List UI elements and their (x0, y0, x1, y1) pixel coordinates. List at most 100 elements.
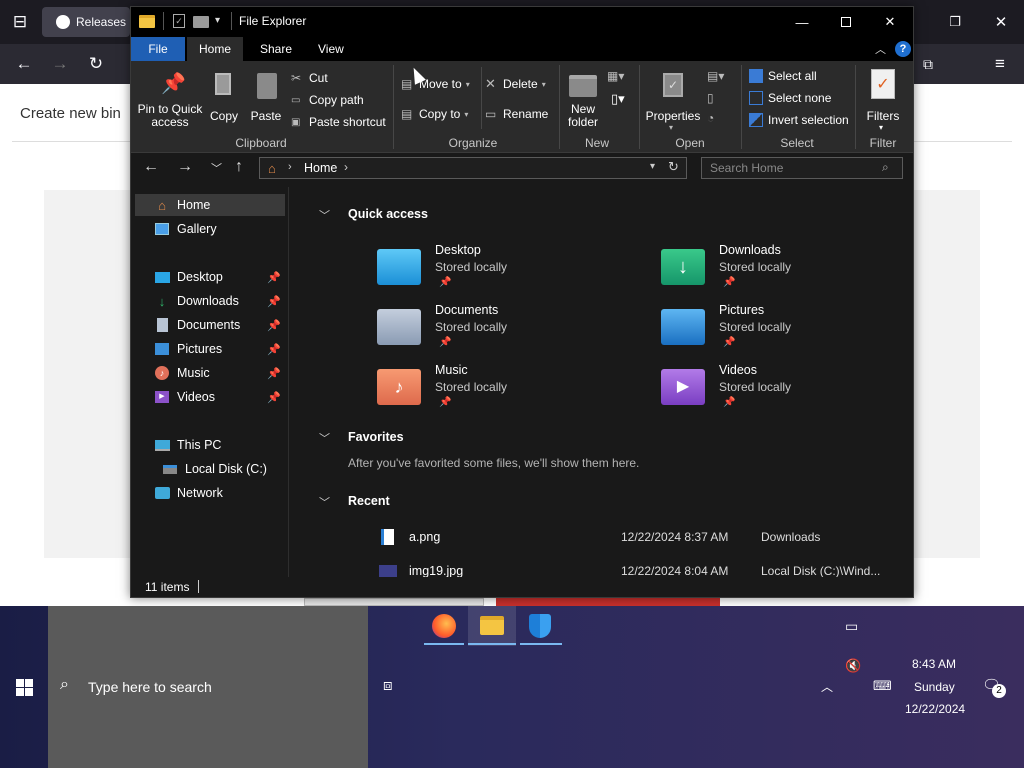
tab-view[interactable]: View (305, 37, 357, 61)
minimize-button[interactable]: — (779, 7, 825, 37)
forward-icon[interactable]: → (48, 52, 72, 76)
refresh-icon[interactable]: ↻ (668, 159, 679, 175)
sidebar-item-pictures[interactable]: Pictures 📌 (135, 338, 285, 360)
rename-button[interactable]: ▭ Rename (485, 105, 555, 123)
qat-dropdown-icon[interactable]: ▾ (215, 15, 220, 26)
sidebar-item-desktop[interactable]: Desktop 📌 (135, 266, 285, 288)
delete-button[interactable]: ✕ Delete ▾ (485, 75, 555, 93)
quick-access-item-documents[interactable]: Documents Stored locally 📌 (377, 303, 637, 351)
extensions-icon[interactable]: ⧉ (916, 52, 940, 76)
new-item-icon[interactable]: ▦▾ (607, 69, 624, 83)
pin-to-quick-access-button[interactable]: 📌 Pin to Quick access (135, 65, 205, 131)
collapse-ribbon-icon[interactable]: ︿ (875, 41, 886, 57)
pin-icon[interactable]: 📌 (267, 295, 281, 308)
taskbar-firefox[interactable] (424, 606, 464, 646)
forward-icon[interactable]: → (177, 158, 193, 176)
pin-icon[interactable]: 📌 (267, 367, 281, 380)
sidebar-item-local-disk[interactable]: Local Disk (C:) (143, 458, 293, 480)
help-icon[interactable]: ? (895, 41, 911, 57)
new-folder-button[interactable]: New folder (563, 65, 603, 131)
quick-access-item-music[interactable]: ♪ Music Stored locally 📌 (377, 363, 637, 411)
invert-selection-button[interactable]: Invert selection (749, 111, 869, 129)
sidebar-item-home[interactable]: ⌂ Home (135, 194, 285, 216)
taskbar-search[interactable]: ⌕ Type here to search (48, 606, 368, 768)
easy-access-icon[interactable]: ▯▾ (611, 91, 625, 107)
sidebar-item-downloads[interactable]: ↓ Downloads 📌 (135, 290, 285, 312)
taskbar-file-explorer[interactable] (468, 606, 516, 646)
close-button[interactable]: ✕ (867, 7, 913, 37)
recent-locations-icon[interactable]: ﹀ (211, 160, 222, 176)
sidebar-item-videos[interactable]: ▶ Videos 📌 (135, 386, 285, 408)
back-icon[interactable]: ← (143, 158, 159, 176)
sidebar-item-this-pc[interactable]: This PC (135, 434, 285, 456)
pin-icon[interactable]: 📌 (267, 391, 281, 404)
properties-button[interactable]: ✓ Properties ▾ (645, 65, 701, 132)
pin-icon[interactable]: 📌 (267, 271, 281, 284)
title-bar[interactable]: ✓ ▾ File Explorer — ✕ (131, 7, 913, 37)
menu-icon[interactable]: ≡ (988, 52, 1012, 76)
sidebar-item-music[interactable]: ♪ Music 📌 (135, 362, 285, 384)
history-icon[interactable]: ◔ (707, 111, 714, 125)
quick-access-item-videos[interactable]: ▶ Videos Stored locally 📌 (661, 363, 901, 411)
clock-day[interactable]: Sunday (914, 680, 955, 694)
paste-shortcut-button[interactable]: ▣ Paste shortcut (291, 113, 391, 131)
chevron-down-icon[interactable]: ﹀ (319, 494, 330, 510)
address-dropdown-icon[interactable]: ▾ (650, 161, 655, 172)
section-recent[interactable]: Recent (348, 494, 390, 508)
pin-icon[interactable]: 📌 (267, 343, 281, 356)
clock-time[interactable]: 8:43 AM (912, 657, 956, 671)
quick-access-item-desktop[interactable]: Desktop Stored locally 📌 (377, 243, 637, 291)
reload-icon[interactable]: ↻ (84, 52, 108, 76)
task-view-icon[interactable]: ⧈ (383, 677, 393, 694)
open-icon[interactable]: ▤▾ (707, 69, 724, 83)
taskbar-security[interactable] (520, 606, 562, 646)
edit-icon[interactable]: ▯ (707, 91, 714, 105)
tab-home[interactable]: Home (187, 37, 243, 61)
tab-share[interactable]: Share (247, 37, 305, 61)
keyboard-icon[interactable]: ⌨ (873, 678, 892, 694)
sidebar-item-documents[interactable]: Documents 📌 (135, 314, 285, 336)
copy-path-button[interactable]: ▭ Copy path (291, 91, 381, 109)
page-button-red-partial[interactable] (496, 598, 720, 606)
tab-overview-icon[interactable]: ⊟ (8, 10, 32, 34)
network-icon (153, 485, 171, 501)
search-box[interactable]: Search Home ⌕ (701, 157, 903, 179)
section-quick-access[interactable]: Quick access (348, 207, 428, 221)
select-all-button[interactable]: Select all (749, 67, 859, 85)
copy-button[interactable]: Copy (207, 65, 241, 131)
monitor-icon[interactable]: ▭ (845, 618, 858, 635)
new-folder-qat-icon[interactable] (193, 16, 209, 28)
close-browser-icon[interactable]: ✕ (988, 10, 1014, 34)
cut-button[interactable]: ✂ Cut (291, 69, 381, 87)
restore-icon[interactable]: ❐ (942, 10, 968, 34)
sidebar-item-network[interactable]: Network (135, 482, 285, 504)
chevron-down-icon[interactable]: ﹀ (319, 207, 330, 223)
section-favorites[interactable]: Favorites (348, 430, 404, 444)
page-button-partial[interactable] (304, 598, 484, 606)
paste-button[interactable]: Paste (247, 65, 285, 131)
pin-icon[interactable]: 📌 (267, 319, 281, 332)
chevron-down-icon[interactable]: ﹀ (319, 430, 330, 446)
sidebar-item-gallery[interactable]: Gallery (135, 218, 285, 240)
address-bar[interactable]: ⌂ › Home › ▾ ↻ (259, 157, 687, 179)
chevron-up-icon[interactable]: ︿ (821, 678, 833, 695)
properties-qat-icon[interactable]: ✓ (173, 14, 185, 28)
maximize-button[interactable] (823, 7, 869, 37)
quick-access-item-pictures[interactable]: Pictures Stored locally 📌 (661, 303, 901, 351)
up-icon[interactable]: ↑ (235, 158, 243, 176)
start-button[interactable] (0, 606, 48, 768)
volume-muted-icon[interactable]: 🔇 (845, 658, 861, 674)
browser-tab-releases[interactable]: Releases (42, 7, 130, 37)
clock-date[interactable]: 12/22/2024 (905, 702, 965, 716)
notification-center-button[interactable]: 🗨 2 (982, 674, 1006, 698)
select-none-button[interactable]: Select none (749, 89, 859, 107)
back-icon[interactable]: ← (12, 52, 36, 76)
table-row[interactable]: img19.jpg 12/22/2024 8:04 AM Local Disk … (377, 561, 897, 577)
tab-file[interactable]: File (131, 37, 185, 61)
breadcrumb[interactable]: Home (304, 161, 337, 175)
quick-access-item-downloads[interactable]: ↓ Downloads Stored locally 📌 (661, 243, 901, 291)
table-row[interactable]: a.png 12/22/2024 8:37 AM Downloads (377, 527, 897, 549)
filters-button[interactable]: ✓ Filters ▾ (861, 65, 905, 132)
copy-to-button[interactable]: ▤ Copy to ▾ (401, 105, 473, 123)
search-placeholder: Search Home (710, 161, 784, 175)
